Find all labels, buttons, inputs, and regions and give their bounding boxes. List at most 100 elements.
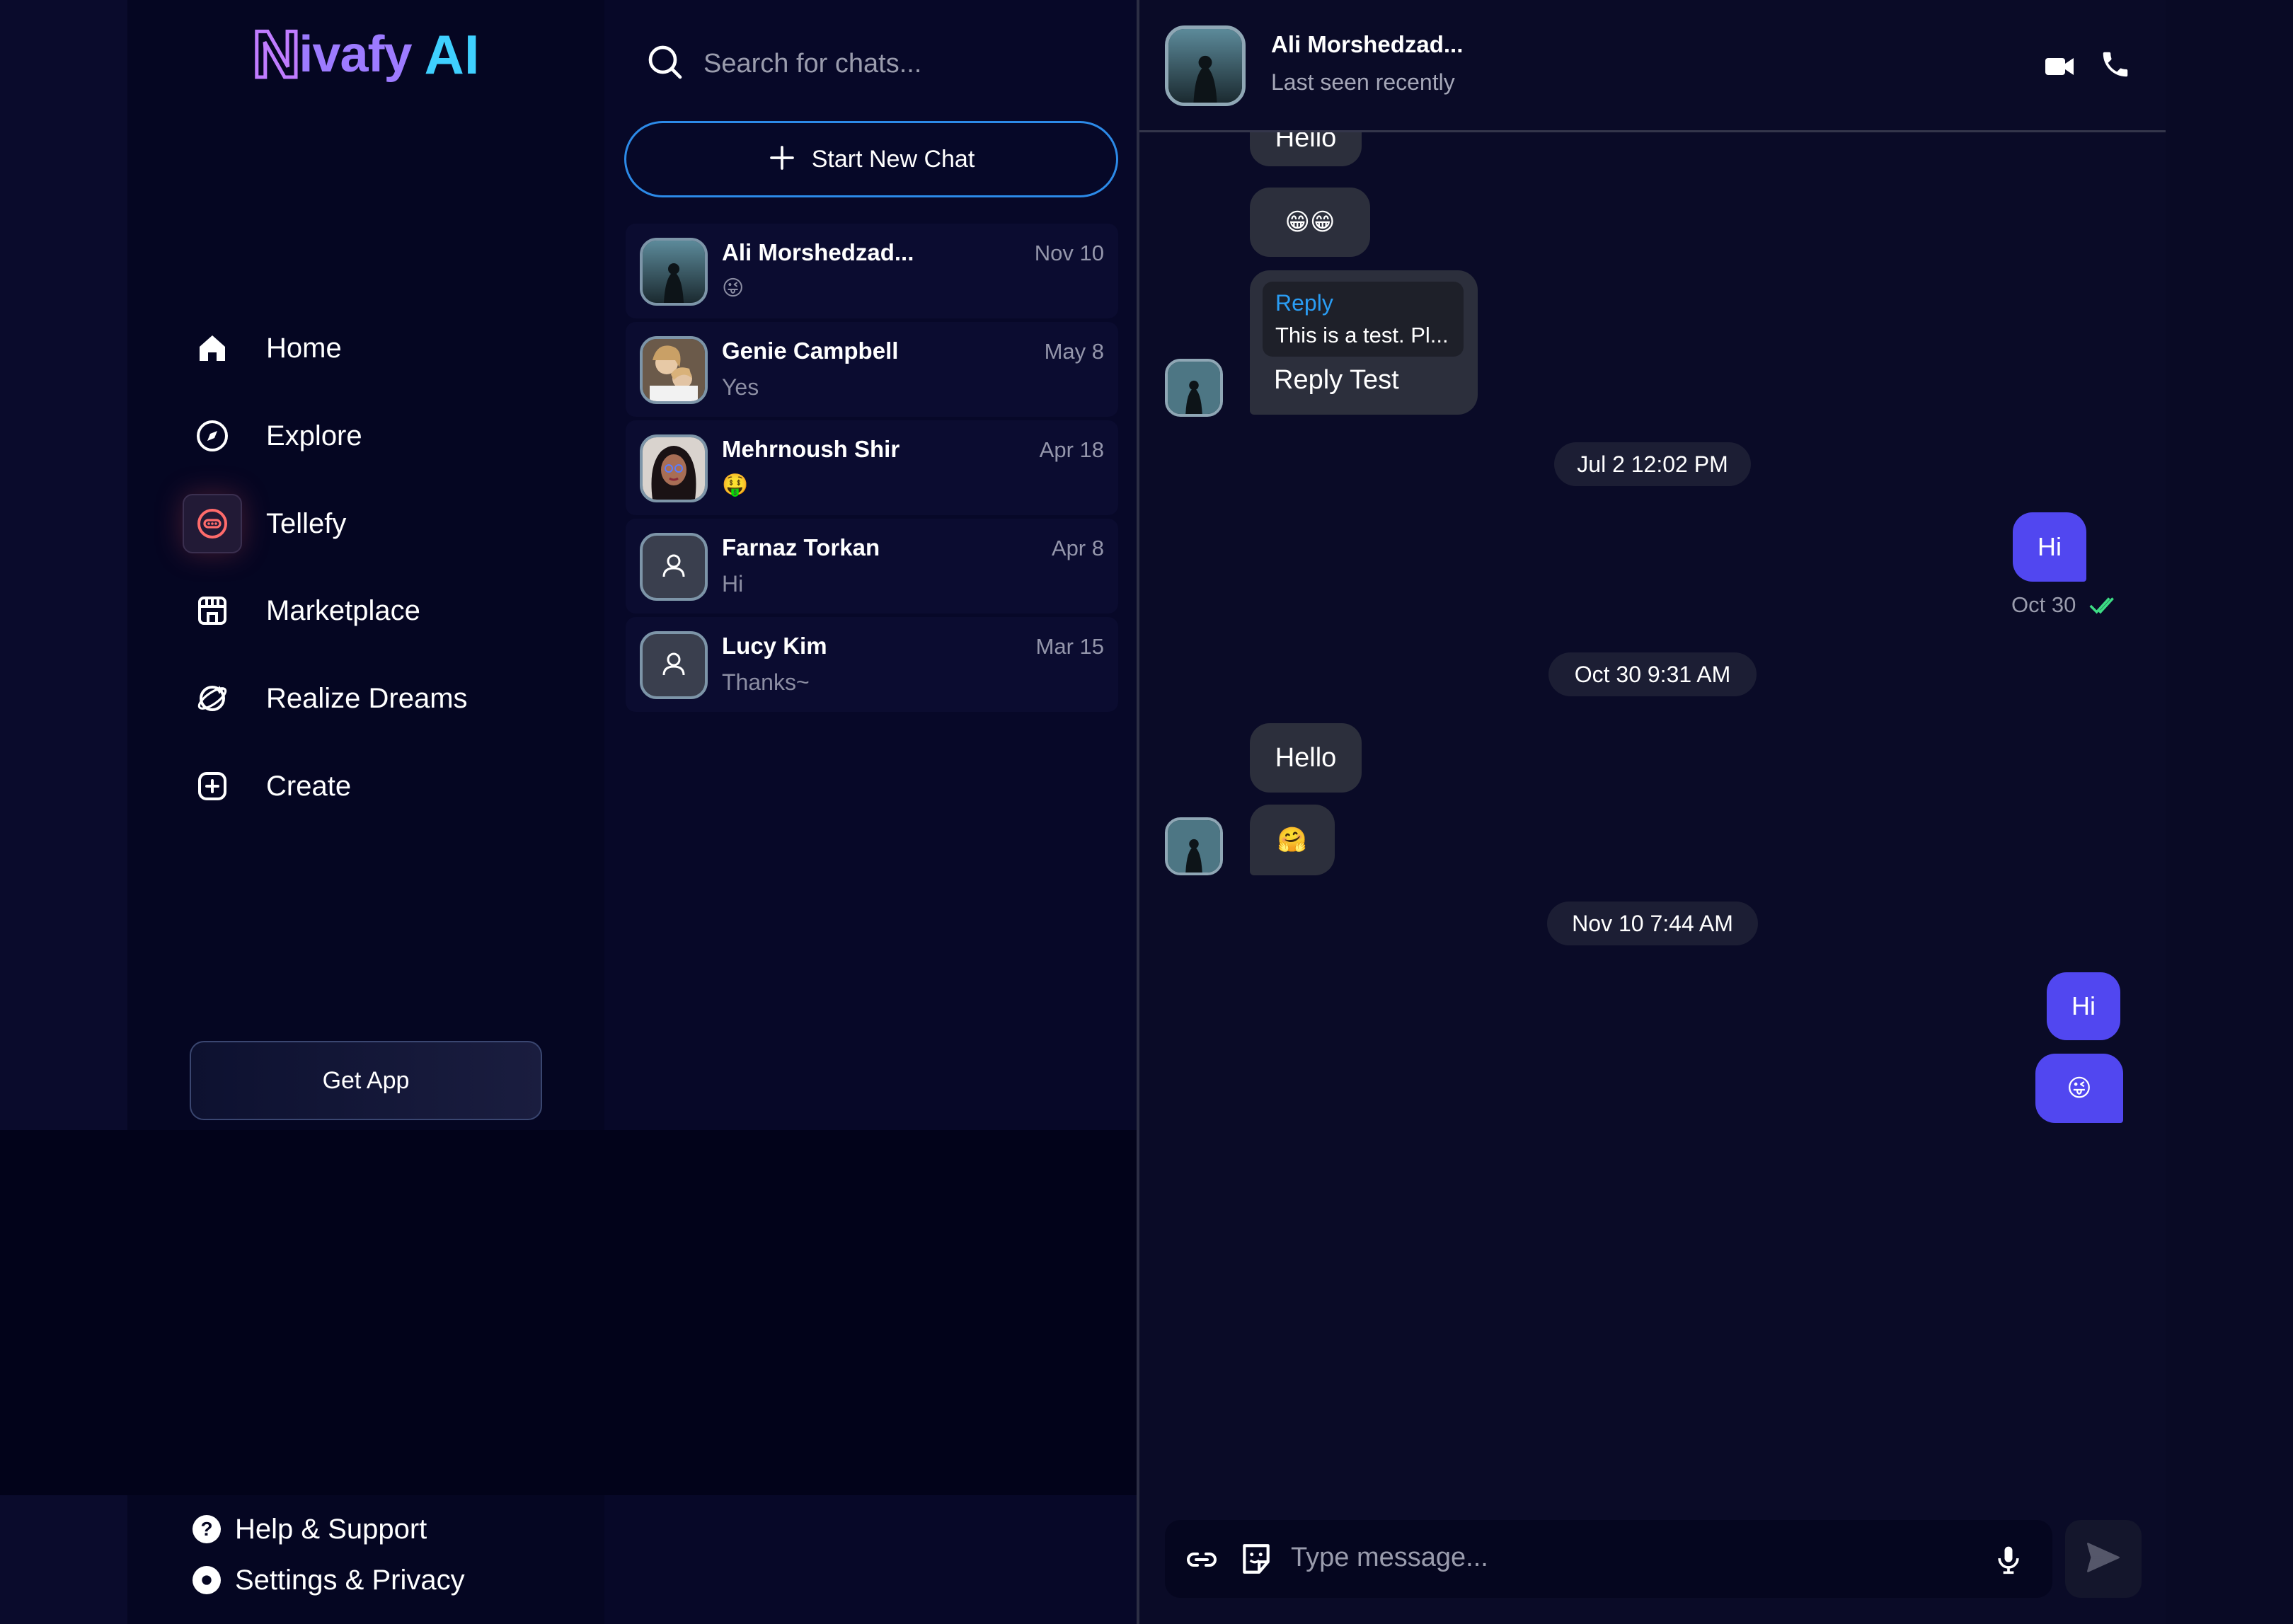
sidebar: [127, 0, 604, 1130]
message-list[interactable]: Hello 😁😁 Reply This is a test. Pl... Rep…: [1139, 132, 2166, 1477]
date-separator: Oct 30 9:31 AM: [1548, 652, 1757, 696]
message-text: Hi: [2038, 532, 2062, 561]
message-bubble-in: 🤗: [1250, 805, 1335, 875]
nav-label-tellefy: Tellefy: [266, 507, 347, 539]
logo-suffix: AI: [424, 23, 480, 86]
video-call-icon[interactable]: [2042, 50, 2076, 87]
avatar: [640, 434, 708, 502]
reply-message-bubble: Reply This is a test. Pl... Reply Test: [1250, 270, 1478, 415]
search-input[interactable]: Search for chats...: [703, 49, 921, 79]
message-composer[interactable]: Type message...: [1165, 1520, 2052, 1598]
chat-preview: Thanks~: [722, 669, 810, 695]
microphone-icon[interactable]: [1993, 1543, 2024, 1580]
chat-preview: Hi: [722, 571, 744, 597]
logo-prefix: N: [251, 16, 302, 93]
reply-quote-text: This is a test. Pl...: [1275, 323, 1449, 347]
chat-list-item[interactable]: Lucy Kim Mar 15 Thanks~: [626, 617, 1118, 712]
left-gutter-bottom: [0, 1495, 127, 1624]
send-button[interactable]: [2065, 1520, 2142, 1598]
contact-avatar[interactable]: [1165, 25, 1246, 106]
plus-square-icon: [183, 756, 242, 816]
get-app-button[interactable]: Get App: [190, 1041, 542, 1120]
chat-list-item[interactable]: Farnaz Torkan Apr 8 Hi: [626, 519, 1118, 614]
avatar: [640, 336, 708, 404]
help-icon: ?: [192, 1515, 221, 1543]
message-time: Oct 30: [2011, 592, 2076, 617]
start-new-chat-button[interactable]: Start New Chat: [624, 121, 1118, 197]
attachment-icon[interactable]: [1185, 1543, 1219, 1580]
chat-name: Lucy Kim: [722, 633, 827, 659]
message-text: Hello: [1275, 742, 1337, 773]
conversation-right-margin: [2166, 0, 2293, 1624]
phone-call-icon[interactable]: [2099, 48, 2132, 84]
nav-item-home[interactable]: Home: [183, 316, 607, 380]
logo[interactable]: N ivafy AI: [127, 16, 604, 93]
double-check-icon: [2089, 594, 2122, 621]
contact-status: Last seen recently: [1271, 69, 1455, 95]
message-bubble-in: Hello: [1250, 132, 1362, 166]
reply-label: Reply: [1275, 290, 1333, 316]
start-new-chat-label: Start New Chat: [811, 145, 975, 173]
chat-date: Apr 18: [1039, 437, 1104, 462]
dream-icon: [183, 669, 242, 728]
nav-item-create[interactable]: Create: [183, 754, 607, 818]
nav-label-realize-dreams: Realize Dreams: [266, 682, 468, 714]
help-support-link[interactable]: ? Help & Support: [192, 1508, 427, 1550]
nav-label-explore: Explore: [266, 420, 362, 451]
store-icon: [183, 581, 242, 640]
nav-item-marketplace[interactable]: Marketplace: [183, 579, 607, 643]
user-placeholder-icon: [643, 554, 705, 598]
nav-label-home: Home: [266, 332, 342, 364]
chat-preview: 🤑: [722, 473, 749, 497]
chat-list-item[interactable]: Mehrnoush Shir Apr 18 🤑: [626, 420, 1118, 515]
chat-date: Mar 15: [1035, 634, 1104, 659]
help-support-label: Help & Support: [235, 1513, 427, 1545]
settings-privacy-label: Settings & Privacy: [235, 1564, 465, 1596]
chat-name: Mehrnoush Shir: [722, 436, 900, 462]
chat-list-item[interactable]: Genie Campbell May 8 Yes: [626, 322, 1118, 417]
sender-avatar[interactable]: [1165, 359, 1223, 417]
message-bubble-in: 😁😁: [1250, 188, 1370, 257]
chat-search[interactable]: Search for chats...: [645, 41, 1098, 86]
reply-quote-box[interactable]: Reply This is a test. Pl...: [1263, 282, 1464, 357]
chat-name: Farnaz Torkan: [722, 534, 880, 560]
message-text: Reply Test: [1274, 365, 1399, 395]
home-icon: [183, 318, 242, 378]
settings-icon: [192, 1566, 221, 1594]
chat-list-item[interactable]: Ali Morshedzad... Nov 10 😜: [626, 224, 1118, 318]
chat-preview: Yes: [722, 374, 759, 400]
chat-list-footer: [604, 1495, 1138, 1624]
avatar: [640, 631, 708, 699]
chat-bubble-icon: [183, 494, 242, 553]
message-emoji: 🤗: [1277, 827, 1308, 853]
chat-name: Ali Morshedzad...: [722, 239, 914, 265]
left-gutter: [0, 0, 127, 1130]
nav-item-tellefy[interactable]: Tellefy: [183, 492, 607, 555]
settings-privacy-link[interactable]: Settings & Privacy: [192, 1559, 465, 1601]
nav-label-create: Create: [266, 770, 352, 802]
chat-date: May 8: [1044, 339, 1104, 364]
date-separator: Jul 2 12:02 PM: [1554, 442, 1751, 486]
user-placeholder-icon: [643, 652, 705, 696]
chat-preview: 😜: [722, 277, 745, 300]
compass-icon: [183, 406, 242, 466]
nav-label-marketplace: Marketplace: [266, 594, 420, 626]
message-bubble-out: 😜: [2035, 1054, 2123, 1123]
chat-date: Nov 10: [1034, 241, 1104, 265]
message-text: Hello: [1275, 132, 1337, 153]
message-input[interactable]: Type message...: [1291, 1543, 1488, 1573]
avatar: [640, 533, 708, 601]
contact-name[interactable]: Ali Morshedzad...: [1271, 31, 1463, 58]
avatar: [640, 238, 708, 306]
message-bubble-in: Hello: [1250, 723, 1362, 793]
message-emoji: 😜: [2067, 1075, 2092, 1102]
nav-item-realize-dreams[interactable]: Realize Dreams: [183, 667, 607, 730]
message-emoji: 😁😁: [1285, 209, 1335, 236]
date-separator: Nov 10 7:44 AM: [1547, 902, 1758, 945]
sticker-icon[interactable]: [1239, 1541, 1274, 1580]
sender-avatar[interactable]: [1165, 817, 1223, 875]
search-icon: [645, 42, 685, 86]
message-bubble-out: Hi: [2013, 512, 2086, 582]
chat-date: Apr 8: [1051, 536, 1104, 560]
nav-item-explore[interactable]: Explore: [183, 404, 607, 468]
